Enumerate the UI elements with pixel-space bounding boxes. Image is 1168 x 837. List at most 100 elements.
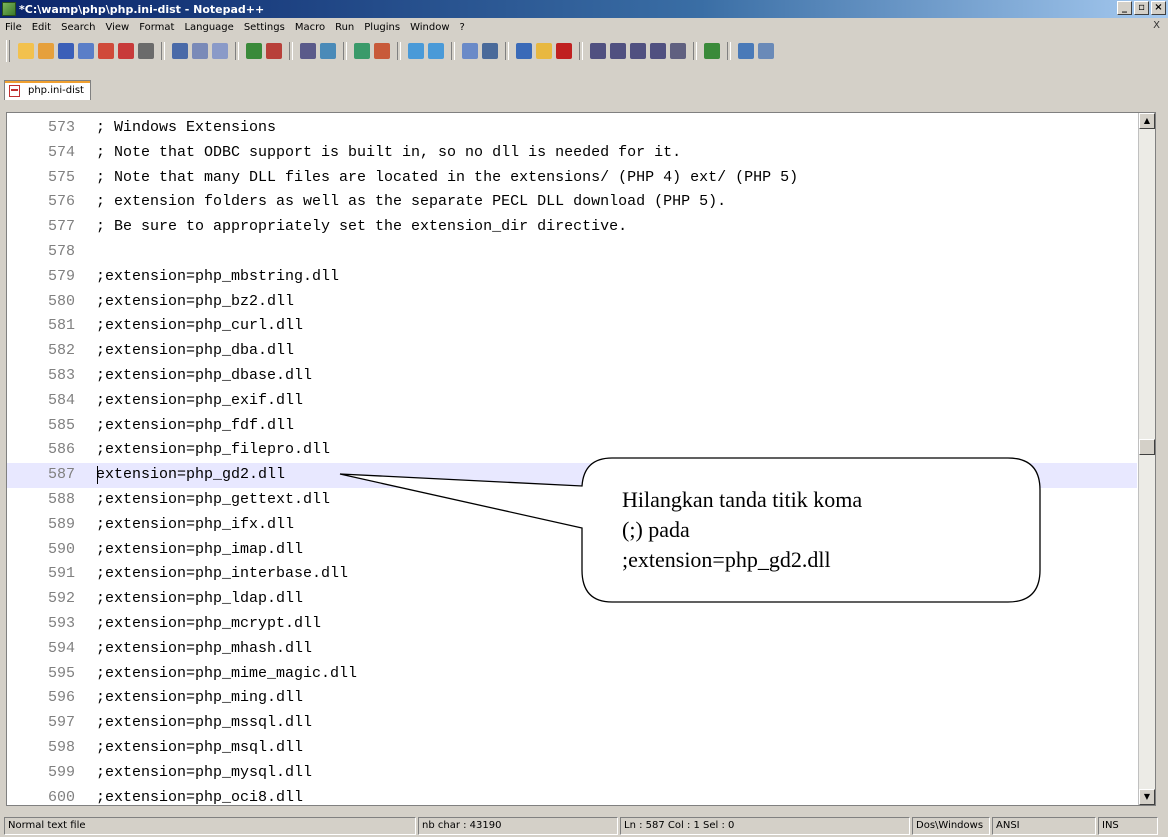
play-icon[interactable] [610,43,626,59]
menu-settings[interactable]: Settings [239,22,290,33]
text-editor[interactable]: ▲ ▼ 573 ; Windows Extensions 574 ; Note tha… [6,112,1156,806]
code-line[interactable]: 593 ;extension=php_mcrypt.dll [7,612,1137,637]
scrollbar-thumb[interactable] [1139,439,1155,455]
code-line[interactable]: 573 ; Windows Extensions [7,116,1137,141]
undo-icon[interactable] [246,43,262,59]
line-text: ;extension=php_msql.dll [96,739,304,756]
new-icon[interactable] [18,43,34,59]
save-icon[interactable] [58,43,74,59]
status-cursor-position: Ln : 587 Col : 1 Sel : 0 [620,817,910,835]
zoom-out-icon[interactable] [374,43,390,59]
wrap-icon[interactable] [462,43,478,59]
code-line[interactable]: 582 ;extension=php_dba.dll [7,339,1137,364]
callout-line: ;extension=php_gd2.dll [622,547,831,572]
code-line[interactable]: 599 ;extension=php_mysql.dll [7,761,1137,786]
code-line[interactable]: 585 ;extension=php_fdf.dll [7,414,1137,439]
scroll-down-arrow-icon[interactable]: ▼ [1139,789,1155,805]
line-text: ;extension=php_ldap.dll [96,590,304,608]
menu-macro[interactable]: Macro [290,22,330,33]
paste-icon[interactable] [212,43,228,59]
cut-icon[interactable] [172,43,188,59]
maximize-button[interactable]: ▫ [1134,1,1149,15]
code-line[interactable]: 584 ;extension=php_exif.dll [7,389,1137,414]
menu-window[interactable]: Window [405,22,454,33]
zoom-in-icon[interactable] [354,43,370,59]
status-filetype: Normal text file [4,817,416,835]
panel-icon[interactable] [738,43,754,59]
code-line[interactable]: 600 ;extension=php_oci8.dll [7,786,1137,806]
code-line[interactable]: 592 ;extension=php_ldap.dll [7,587,1137,612]
menu-format[interactable]: Format [134,22,179,33]
menu-help[interactable]: ? [455,22,470,33]
line-number: 596 [47,689,75,707]
menu-edit[interactable]: Edit [27,22,56,33]
line-number: 587 [47,466,75,484]
vertical-scrollbar[interactable]: ▲ ▼ [1138,113,1155,805]
close-button[interactable]: × [1151,1,1166,15]
settings-icon[interactable] [758,43,774,59]
line-number: 578 [47,243,75,260]
save-all-icon[interactable] [78,43,94,59]
line-number: 582 [47,342,75,360]
indent-guide-icon[interactable] [516,43,532,59]
line-number: 577 [47,218,75,236]
save-macro-icon[interactable] [650,43,666,59]
close-all-icon[interactable] [118,43,134,59]
open-icon[interactable] [38,43,54,59]
close-icon[interactable] [98,43,114,59]
line-number: 600 [47,788,75,806]
window-controls: _ ▫ × [1117,1,1166,15]
run-icon[interactable] [670,43,686,59]
menu-run[interactable]: Run [330,22,359,33]
toolbar-separator [693,42,697,60]
line-text: ; Be sure to appropriately set the exten… [96,218,628,236]
code-line[interactable]: 583 ;extension=php_dbase.dll [7,364,1137,389]
stop-icon[interactable] [590,43,606,59]
line-text: ;extension=php_ming.dll [96,689,304,707]
line-number: 599 [47,763,75,781]
record-icon[interactable] [556,43,572,59]
code-line[interactable]: 598 ;extension=php_msql.dll [7,736,1137,761]
code-line[interactable]: 578 [7,240,1137,265]
sync-h-icon[interactable] [428,43,444,59]
all-chars-icon[interactable] [482,43,498,59]
copy-icon[interactable] [192,43,208,59]
code-line[interactable]: 580 ;extension=php_bz2.dll [7,290,1137,315]
menu-search[interactable]: Search [56,22,100,33]
line-text: ;extension=php_dba.dll [96,342,295,360]
code-line[interactable]: 577 ; Be sure to appropriately set the ex… [7,215,1137,240]
code-line[interactable]: 596 ;extension=php_ming.dll [7,686,1137,711]
tab-php-ini-dist[interactable]: php.ini-dist [4,80,91,100]
code-line[interactable]: 579 ;extension=php_mbstring.dll [7,265,1137,290]
sync-v-icon[interactable] [408,43,424,59]
play-multi-icon[interactable] [630,43,646,59]
code-line[interactable]: 576 ; extension folders as well as the se… [7,190,1137,215]
toolbar-separator [451,42,455,60]
doc-map-icon[interactable] [536,43,552,59]
close-document-button[interactable]: X [1153,20,1160,31]
line-number: 590 [47,540,75,558]
status-bar: Normal text file nb char : 43190 Ln : 58… [0,816,1168,837]
code-line[interactable]: 586 ;extension=php_filepro.dll [7,438,1137,463]
redo-icon[interactable] [266,43,282,59]
code-line[interactable]: 574 ; Note that ODBC support is built in,… [7,141,1137,166]
line-text: ;extension=php_gettext.dll [96,491,331,508]
code-line[interactable]: 594 ;extension=php_mhash.dll [7,637,1137,662]
code-line[interactable]: 595 ;extension=php_mime_magic.dll [7,662,1137,687]
code-line[interactable]: 597 ;extension=php_mssql.dll [7,711,1137,736]
replace-icon[interactable] [320,43,336,59]
menu-language[interactable]: Language [179,22,238,33]
print-icon[interactable] [138,43,154,59]
find-icon[interactable] [300,43,316,59]
code-line[interactable]: 575 ; Note that many DLL files are locate… [7,166,1137,191]
code-line[interactable]: 581 ;extension=php_curl.dll [7,314,1137,339]
menu-view[interactable]: View [100,22,134,33]
line-number: 576 [47,193,75,211]
line-text: ; Note that many DLL files are located i… [96,168,799,186]
menu-file[interactable]: File [0,22,27,33]
scroll-up-arrow-icon[interactable]: ▲ [1139,113,1155,129]
spell-icon[interactable] [704,43,720,59]
minimize-button[interactable]: _ [1117,1,1132,15]
line-text: ;extension=php_mssql.dll [96,714,313,732]
menu-plugins[interactable]: Plugins [359,22,405,33]
